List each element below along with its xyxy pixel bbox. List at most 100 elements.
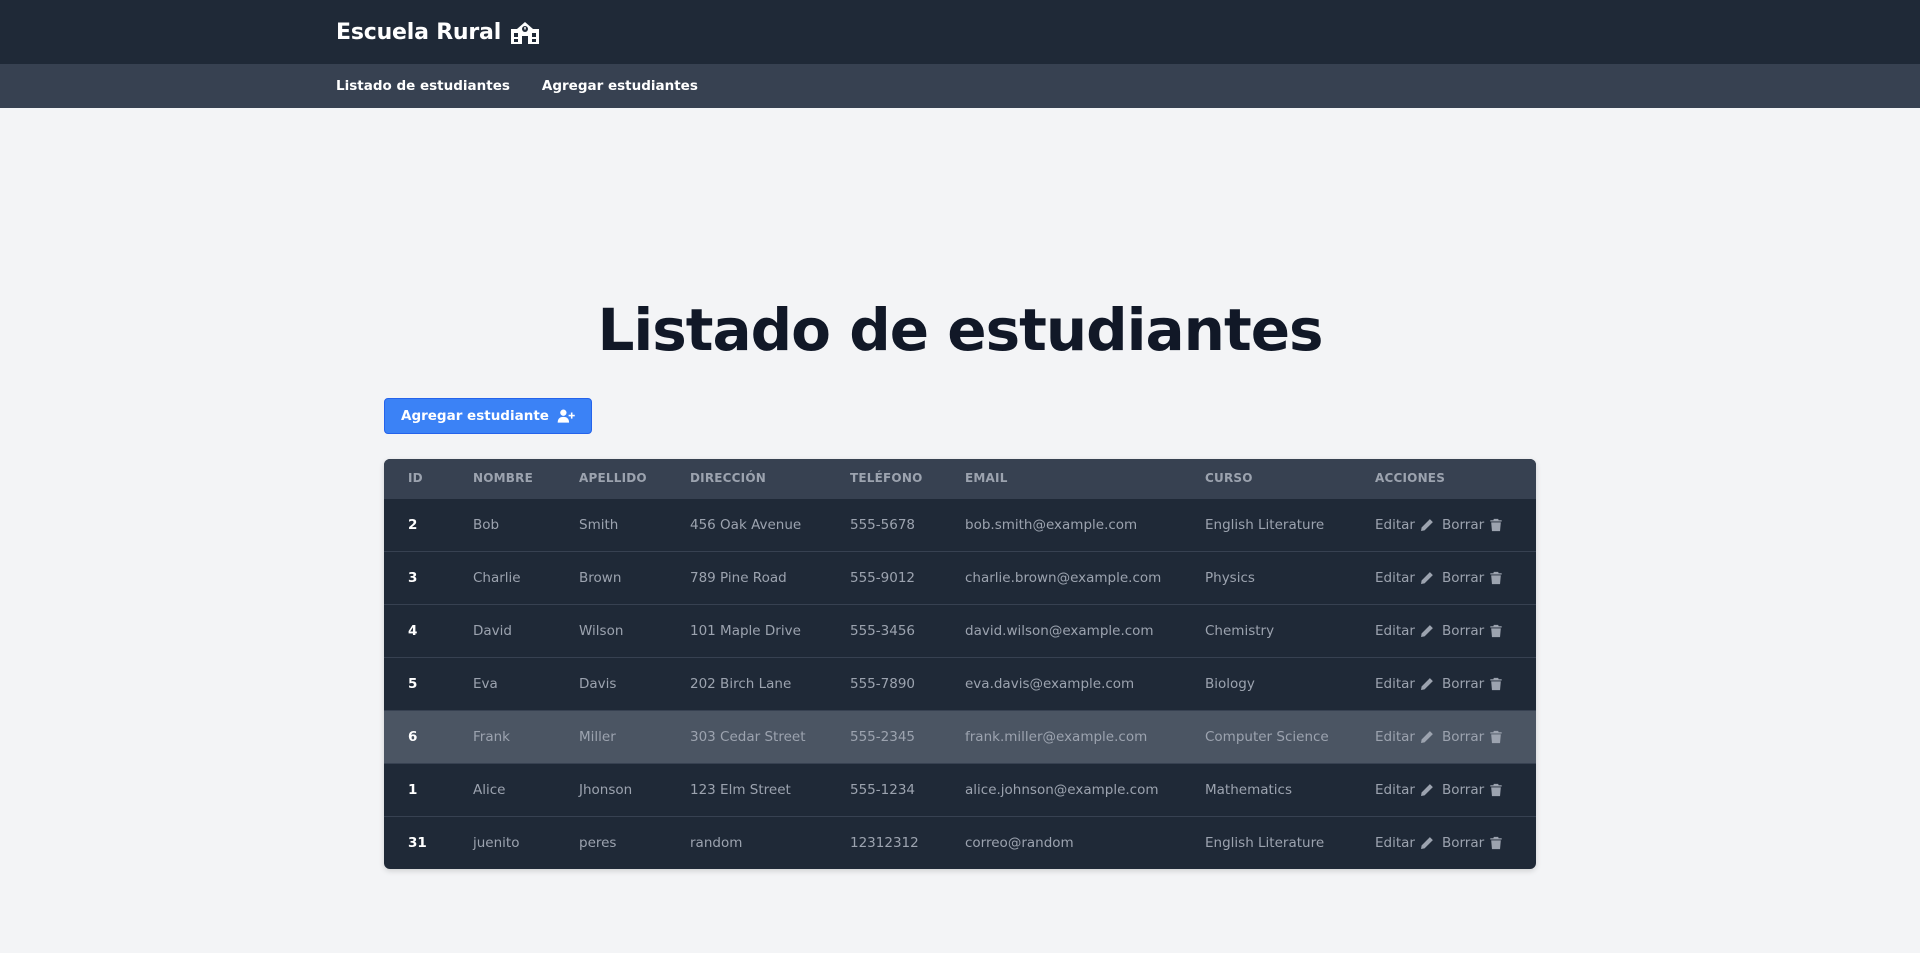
delete-action[interactable]: Borrar <box>1442 623 1503 639</box>
edit-label: Editar <box>1375 728 1415 745</box>
col-apellido: APELLIDO <box>579 471 647 486</box>
cell-curso: Physics <box>1205 569 1255 586</box>
trash-icon <box>1490 730 1502 743</box>
edit-label: Editar <box>1375 675 1415 692</box>
cell-curso: English Literature <box>1205 834 1325 851</box>
cell-direccion: 101 Maple Drive <box>690 622 801 639</box>
cell-id: 5 <box>408 675 418 692</box>
trash-icon <box>1490 518 1502 531</box>
cell-acciones: Editar Borrar <box>1351 498 1536 551</box>
brand-title[interactable]: Escuela Rural <box>336 20 501 45</box>
delete-label: Borrar <box>1441 728 1485 745</box>
cell-acciones: Editar Borrar <box>1351 710 1536 763</box>
cell-direccion: 456 Oak Avenue <box>690 516 802 533</box>
delete-label: Borrar <box>1441 622 1485 639</box>
delete-label: Borrar <box>1441 675 1485 692</box>
cell-curso: Mathematics <box>1205 781 1292 798</box>
table-row: 1 Alice Jhonson 123 Elm Street 555-1234 … <box>384 763 1536 816</box>
table-header-row: ID NOMBRE APELLIDO DIRECCIÓN TELÉFONO EM… <box>384 459 1536 498</box>
cell-acciones: Editar Borrar <box>1351 763 1536 816</box>
cell-telefono: 555-9012 <box>850 569 915 586</box>
cell-email: bob.smith@example.com <box>965 516 1138 533</box>
delete-label: Borrar <box>1441 569 1485 586</box>
edit-action[interactable]: Editar <box>1375 729 1434 745</box>
cell-email: alice.johnson@example.com <box>965 781 1159 798</box>
trash-icon <box>1490 836 1502 849</box>
col-email: EMAIL <box>965 471 1008 486</box>
delete-action[interactable]: Borrar <box>1442 570 1503 586</box>
cell-nombre: Eva <box>473 675 498 692</box>
cell-acciones: Editar Borrar <box>1351 816 1536 869</box>
cell-telefono: 555-3456 <box>850 622 915 639</box>
cell-direccion: random <box>690 834 743 851</box>
top-header: Escuela Rural <box>0 0 1920 64</box>
pencil-icon <box>1421 730 1433 743</box>
cell-apellido: Brown <box>579 569 622 586</box>
cell-nombre: Frank <box>473 728 510 745</box>
edit-label: Editar <box>1375 834 1415 851</box>
delete-action[interactable]: Borrar <box>1442 676 1503 692</box>
cell-email: david.wilson@example.com <box>965 622 1154 639</box>
cell-direccion: 303 Cedar Street <box>690 728 806 745</box>
nav-add-students[interactable]: Agregar estudiantes <box>542 78 698 94</box>
cell-nombre: juenito <box>473 834 520 851</box>
cell-curso: English Literature <box>1205 516 1325 533</box>
cell-direccion: 202 Birch Lane <box>690 675 792 692</box>
table-row: 5 Eva Davis 202 Birch Lane 555-7890 eva.… <box>384 657 1536 710</box>
page-title: Listado de estudiantes <box>597 296 1323 364</box>
add-student-label: Agregar estudiante <box>401 408 549 424</box>
cell-apellido: Jhonson <box>579 781 633 798</box>
cell-email: correo@random <box>965 834 1074 851</box>
col-curso: CURSO <box>1205 471 1253 486</box>
cell-email: eva.davis@example.com <box>965 675 1135 692</box>
cell-email: frank.miller@example.com <box>965 728 1148 745</box>
cell-curso: Computer Science <box>1205 728 1329 745</box>
pencil-icon <box>1421 624 1433 637</box>
cell-email: charlie.brown@example.com <box>965 569 1162 586</box>
pencil-icon <box>1421 783 1433 796</box>
cell-id: 1 <box>408 781 418 798</box>
cell-telefono: 555-2345 <box>850 728 915 745</box>
trash-icon <box>1490 677 1502 690</box>
cell-curso: Biology <box>1205 675 1255 692</box>
table-row: 2 Bob Smith 456 Oak Avenue 555-5678 bob.… <box>384 498 1536 551</box>
edit-action[interactable]: Editar <box>1375 782 1434 798</box>
cell-acciones: Editar Borrar <box>1351 551 1536 604</box>
cell-acciones: Editar Borrar <box>1351 604 1536 657</box>
edit-action[interactable]: Editar <box>1375 517 1434 533</box>
delete-action[interactable]: Borrar <box>1442 729 1503 745</box>
cell-direccion: 123 Elm Street <box>690 781 791 798</box>
delete-action[interactable]: Borrar <box>1442 782 1503 798</box>
edit-label: Editar <box>1375 569 1415 586</box>
edit-action[interactable]: Editar <box>1375 676 1434 692</box>
cell-nombre: David <box>473 622 512 639</box>
school-icon <box>509 19 541 45</box>
cell-apellido: Wilson <box>579 622 624 639</box>
pencil-icon <box>1421 518 1433 531</box>
students-table: ID NOMBRE APELLIDO DIRECCIÓN TELÉFONO EM… <box>384 459 1536 869</box>
nav-student-list[interactable]: Listado de estudiantes <box>336 78 510 94</box>
edit-action[interactable]: Editar <box>1375 623 1434 639</box>
delete-action[interactable]: Borrar <box>1442 835 1503 851</box>
cell-direccion: 789 Pine Road <box>690 569 787 586</box>
trash-icon <box>1490 571 1502 584</box>
col-telefono: TELÉFONO <box>850 471 923 486</box>
col-nombre: NOMBRE <box>473 471 533 486</box>
edit-action[interactable]: Editar <box>1375 835 1434 851</box>
delete-action[interactable]: Borrar <box>1442 517 1503 533</box>
cell-id: 6 <box>408 728 418 745</box>
sub-navigation: Listado de estudiantes Agregar estudiant… <box>0 64 1920 108</box>
add-student-button[interactable]: Agregar estudiante <box>384 398 592 434</box>
cell-id: 31 <box>408 834 427 851</box>
cell-id: 2 <box>408 516 418 533</box>
cell-apellido: Smith <box>579 516 619 533</box>
brand-block[interactable]: Escuela Rural <box>336 0 541 64</box>
cell-apellido: peres <box>579 834 617 851</box>
cell-telefono: 12312312 <box>850 834 919 851</box>
table-row: 31 juenito peres random 12312312 correo@… <box>384 816 1536 869</box>
cell-id: 3 <box>408 569 418 586</box>
edit-action[interactable]: Editar <box>1375 570 1434 586</box>
trash-icon <box>1490 783 1502 796</box>
pencil-icon <box>1421 677 1433 690</box>
pencil-icon <box>1421 571 1433 584</box>
